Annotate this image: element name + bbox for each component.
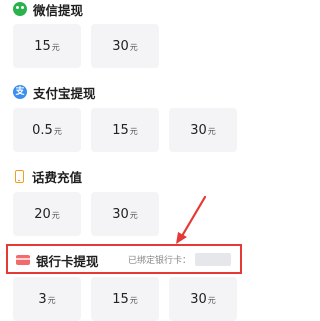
amount-value: 0.5: [32, 122, 53, 138]
bank-amount-3[interactable]: 3元: [13, 277, 81, 321]
wechat-amount-30[interactable]: 30 元: [91, 24, 159, 68]
bound-bank-card-label: 已绑定银行卡：: [128, 256, 192, 266]
amount-unit: 元: [129, 43, 138, 52]
phone-recharge-section-title: 话费充值: [13, 167, 82, 185]
wechat-title-text: 微信提现: [33, 2, 84, 18]
amount-value: 3: [38, 291, 47, 307]
amount-unit: 元: [207, 127, 216, 136]
bank-card-icon: [16, 255, 30, 265]
phone-amount-30[interactable]: 30 元: [91, 192, 159, 236]
bank-title-text: 银行卡提现: [36, 253, 99, 269]
amount-unit: 元: [207, 296, 216, 305]
amount-value: 15: [34, 38, 51, 54]
amount-value: 15: [112, 291, 129, 307]
wechat-section-title: 微信提现: [13, 0, 83, 18]
wechat-amount-15[interactable]: 15 元: [13, 24, 81, 68]
amount-value: 20: [34, 206, 51, 222]
wechat-icon: [13, 2, 27, 16]
bank-section-title: 银行卡提现: [16, 251, 99, 269]
amount-unit: 元: [129, 211, 138, 220]
amount-value: 30: [190, 122, 207, 138]
amount-unit: 元: [47, 296, 56, 305]
amount-value: 15: [112, 122, 129, 138]
alipay-amount-0-5[interactable]: 0.5 元: [13, 108, 81, 152]
bound-bank-card-masked-value: [195, 253, 231, 266]
alipay-amount-15[interactable]: 15 元: [91, 108, 159, 152]
phone-amount-20[interactable]: 20 元: [13, 192, 81, 236]
bank-amount-30[interactable]: 30 元: [169, 277, 237, 321]
amount-unit: 元: [129, 296, 138, 305]
amount-unit: 元: [53, 127, 62, 136]
arrow-head: [176, 232, 187, 244]
phone-icon: [15, 169, 24, 183]
alipay-title-text: 支付宝提现: [33, 85, 96, 101]
amount-value: 30: [112, 206, 129, 222]
alipay-amount-30[interactable]: 30 元: [169, 108, 237, 152]
alipay-icon: 支: [13, 85, 27, 99]
bank-amount-15[interactable]: 15 元: [91, 277, 159, 321]
amount-unit: 元: [51, 43, 60, 52]
amount-unit: 元: [129, 127, 138, 136]
amount-value: 30: [112, 38, 129, 54]
arrow-shaft: [180, 195, 207, 238]
amount-unit: 元: [51, 211, 60, 220]
amount-value: 30: [190, 291, 207, 307]
phone-title-text: 话费充值: [32, 169, 83, 185]
alipay-section-title: 支 支付宝提现: [13, 83, 96, 101]
